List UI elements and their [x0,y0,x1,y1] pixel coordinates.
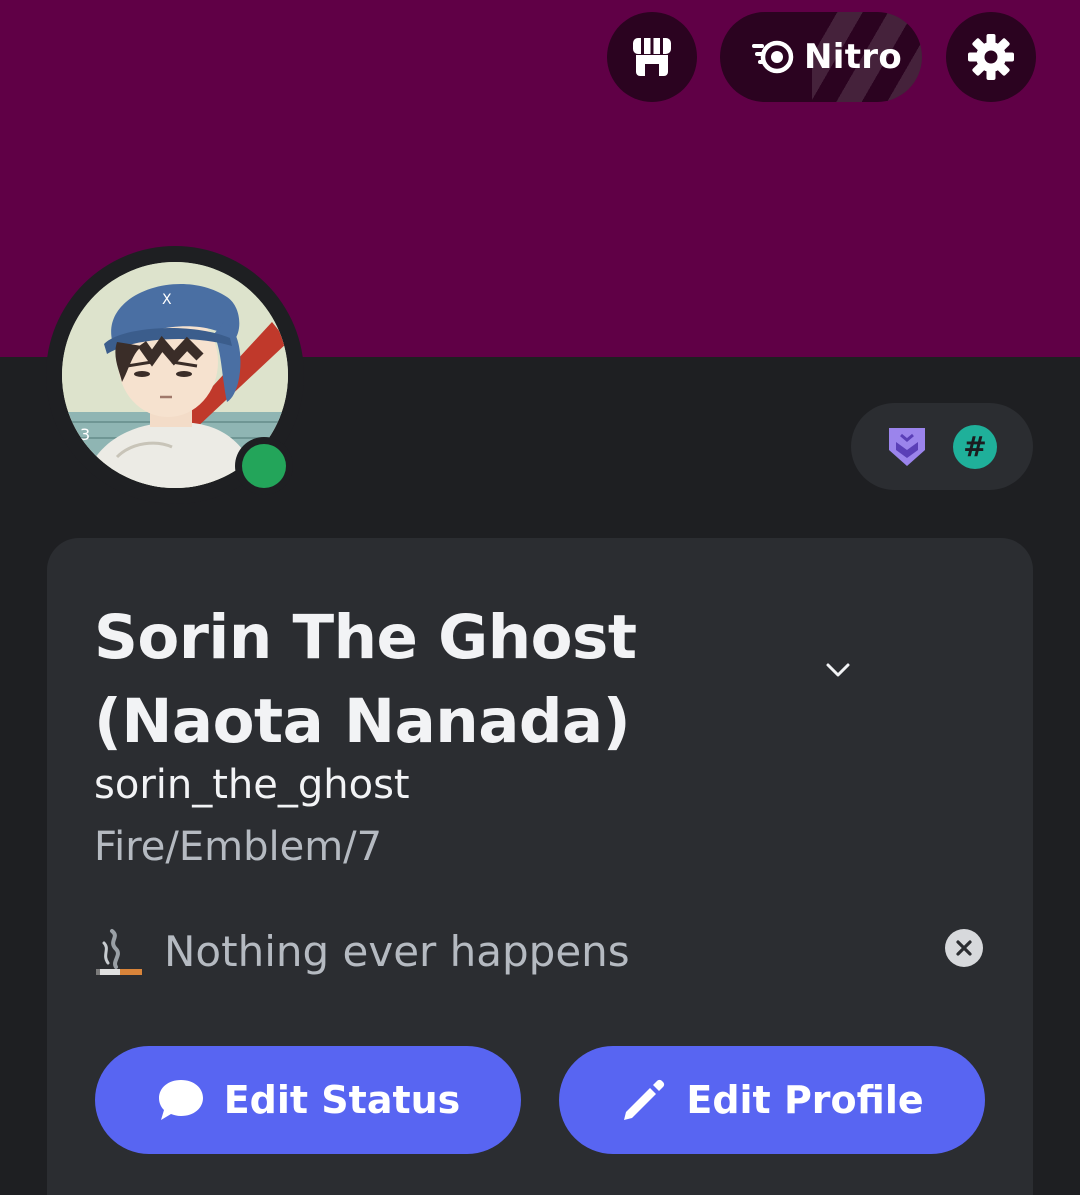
chevron-down-icon[interactable] [820,652,856,688]
svg-text:X: X [162,292,172,308]
online-status-indicator [242,444,286,488]
nitro-icon [752,40,794,74]
cigarette-icon [96,929,142,975]
badge-list: # [851,403,1033,490]
speech-bubble-icon [158,1080,203,1120]
edit-profile-button[interactable]: Edit Profile [559,1046,985,1154]
pronouns: Fire/Emblem/7 [94,824,383,870]
nitro-button[interactable]: Nitro [720,12,922,102]
edit-status-label: Edit Status [223,1078,461,1122]
hypesquad-icon[interactable] [887,426,927,468]
custom-status-text: Nothing ever happens [164,926,630,976]
nitro-label: Nitro [804,37,902,77]
edit-status-button[interactable]: Edit Status [95,1046,521,1154]
custom-status[interactable]: Nothing ever happens [94,918,630,984]
shop-button[interactable] [607,12,697,102]
gear-icon [968,34,1014,80]
close-icon [956,940,972,956]
profile-screen: Nitro 3 X # Sorin The Ghost (Naota Nanad… [0,0,1080,1195]
shop-icon [633,38,671,76]
display-name[interactable]: Sorin The Ghost (Naota Nanada) [94,596,814,764]
clear-status-button[interactable] [945,929,983,967]
pencil-icon [624,1079,665,1120]
edit-profile-label: Edit Profile [686,1078,924,1122]
settings-button[interactable] [946,12,1036,102]
hash-icon[interactable]: # [953,424,997,469]
username: sorin_the_ghost [94,762,410,808]
